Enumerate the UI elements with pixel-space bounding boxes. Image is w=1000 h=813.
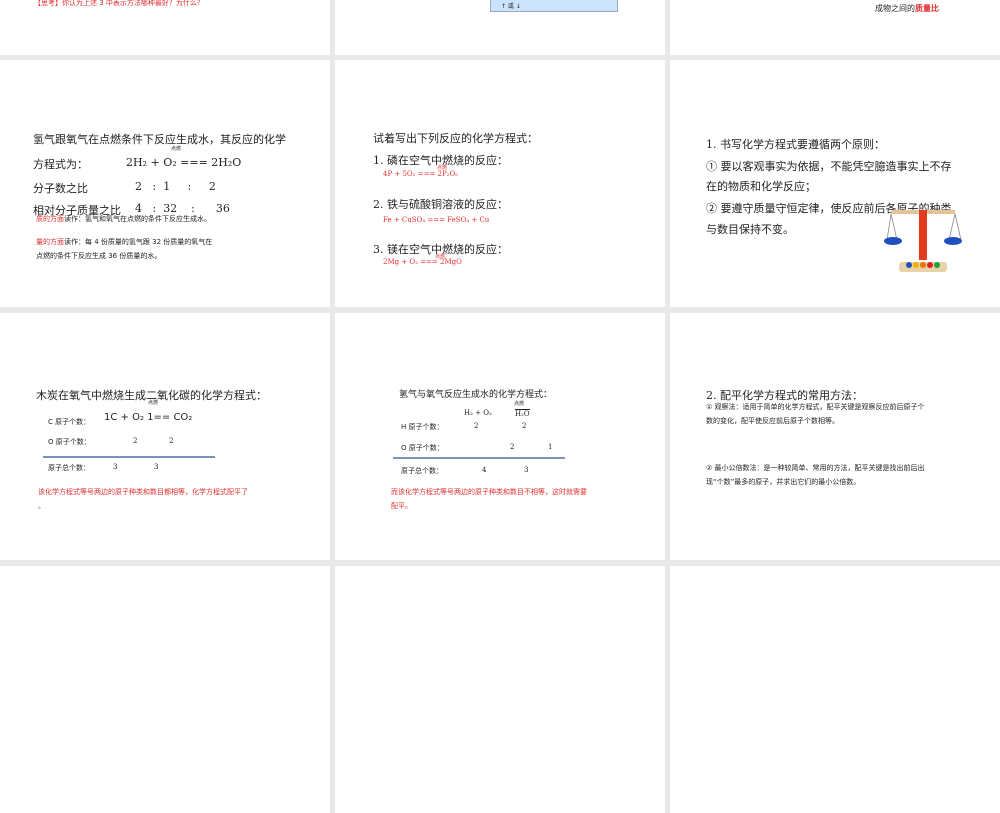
text-line: 分子数之比 [33,182,88,195]
value: 4 [482,466,487,474]
text-line: 点燃的条件下反应生成 36 份质量的水。 [36,252,162,260]
slide-thumbnail[interactable]: 氢气与氧气反应生成水的化学方程式： 点燃 H₂ + O₂ H₂O H 原子个数：… [335,313,665,560]
row-label: C 原子个数： [48,418,91,426]
slide-thumbnail[interactable] [0,566,330,813]
condition-label: 点燃 [171,146,182,152]
think-text: 【思考】你认为上述 3 中表示方法哪种最好？为什么？ [34,0,204,7]
answer: 4P + 5O₂ === 2P₂O₅ [383,170,459,178]
note: 该化学方程式等号两边的原子种类和数目都相等，化学方程式配平了 [38,488,248,496]
question: 2. 铁与硫酸铜溶液的反应： [373,198,508,211]
text-line: 读作：每 4 份质量的氢气跟 32 份质量的氧气在 [64,238,213,246]
row-label: O 原子个数： [48,438,91,446]
slide-thumbnail[interactable] [335,566,665,813]
text-line: 数的变化，配平使反应前后原子个数相等。 [706,417,839,425]
slide-title: 氢气与氧气反应生成水的化学方程式： [399,390,553,400]
slide-title: 1. 书写化学方程式要遵循两个原则： [706,138,885,151]
slide-thumbnail[interactable]: 1. 书写化学方程式要遵循两个原则： ① 要以客观事实为依据，不能凭空臆造事实上… [670,60,1000,307]
slide-thumbnail[interactable]: 木炭在氧气中燃烧生成二氧化碳的化学方程式： 点燃 C 原子个数： 1C + O₂… [0,313,330,560]
text-line: ② 最小公倍数法：是一种较简单、常用的方法，配平关键是找出前后出 [706,464,925,472]
value: 3 [113,463,118,471]
slide-thumbnail[interactable]: 成物之间的质量比 [670,0,1000,55]
answer: Fe + CuSO₄ === FeSO₄ + Cu [383,216,490,224]
condition-label: 点燃 [514,401,525,407]
row-label: H 原子个数： [401,423,444,431]
slide-title: 试着写出下列反应的化学方程式： [373,132,538,145]
slide-title: 2. 配平化学方程式的常用方法： [706,389,863,402]
equation: 2H₂ + O₂ === 2H₂O [126,156,242,169]
quality-label: 质的方面 [36,215,64,223]
equation-right: H₂O [515,409,530,418]
note: 配平。 [391,502,412,510]
text-line: 现“个数”最多的原子，并求出它们的最小公倍数。 [706,478,861,486]
slide-thumbnail[interactable]: 试着写出下列反应的化学方程式： 1. 磷在空气中燃烧的反应： 点燃 4P + 5… [335,60,665,307]
divider [43,456,215,458]
value: 2 [133,437,138,445]
value: 2 [510,443,515,451]
value: 3 [154,463,159,471]
value: 3 [524,466,529,474]
text-line: 与数目保持不变。 [706,223,794,236]
text-line: 氢气跟氧气在点燃条件下反应生成水，其反应的化学 [33,133,286,146]
quantity-label: 量的方面 [36,238,64,246]
equation-left: H₂ + O₂ [464,409,492,417]
value: 1 [548,443,553,451]
divider [393,457,565,459]
slide-thumbnail[interactable] [670,566,1000,813]
answer: 2Mg + O₂ === 2MgO [383,258,462,266]
value: 2 [522,422,527,430]
row-label: 原子总个数： [48,464,90,472]
slide-thumbnail[interactable]: ↑ 或 ↓ [335,0,665,55]
text-line: 方程式为： [33,158,88,171]
note: 。 [38,502,45,510]
condition-label: 点燃 [148,400,159,406]
text-line: ① 要以客观事实为依据，不能凭空臆造事实上不存 [706,160,952,173]
text-line: 在的物质和化学反应； [706,180,816,193]
row-label: 原子总个数： [401,467,443,475]
slide-thumbnail[interactable]: 【思考】你认为上述 3 中表示方法哪种最好？为什么？ [0,0,330,55]
text-line: ① 观察法：适用于简单的化学方程式，配平关键是观察反应前后原子个 [706,403,925,411]
row-label: O 原子个数： [401,444,444,452]
value: 2 [169,437,174,445]
note: 而该化学方程式等号两边的原子种类和数目不相等，这时就需要 [391,488,587,496]
arrow-box: ↑ 或 ↓ [490,0,618,12]
mass-ratio-text: 成物之间的质量比 [875,4,939,13]
text-line: 读作：氢气和氧气在点燃的条件下反应生成水。 [64,215,211,223]
equation: 1C + O₂ 1== CO₂ [104,412,193,423]
ratio-values: 2 : 1 : 2 [135,180,216,193]
value: 2 [474,422,479,430]
balance-scale-image [884,210,962,272]
slide-thumbnail[interactable]: 氢气跟氧气在点燃条件下反应生成水，其反应的化学 点燃 方程式为： 2H₂ + O… [0,60,330,307]
slide-thumbnail[interactable]: 2. 配平化学方程式的常用方法： ① 观察法：适用于简单的化学方程式，配平关键是… [670,313,1000,560]
